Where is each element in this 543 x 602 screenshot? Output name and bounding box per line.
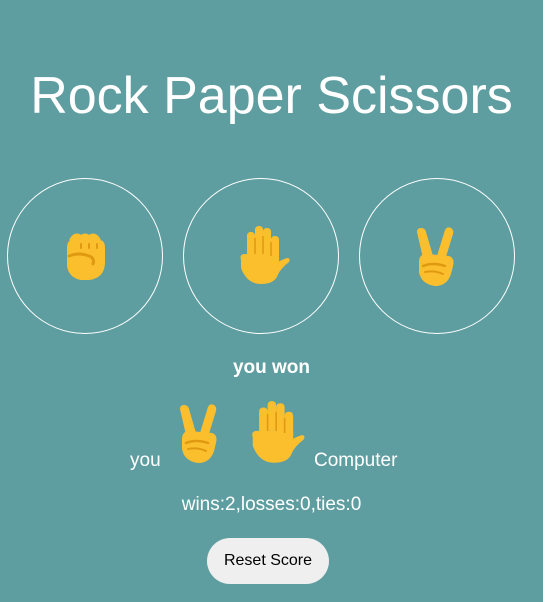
- scissors-choice-button[interactable]: [359, 178, 515, 334]
- raised-hand-icon: [240, 226, 290, 284]
- result-message: you won: [232, 357, 311, 378]
- victory-hand-icon: [180, 404, 217, 463]
- raised-fist-icon: [67, 233, 105, 280]
- reset-score-button[interactable]: Reset Score: [207, 538, 329, 584]
- victory-hand-icon: [417, 227, 454, 286]
- player-label: you: [130, 450, 161, 471]
- page-title: Rock Paper Scissors: [30, 67, 513, 125]
- computer-label: Computer: [314, 450, 398, 471]
- raised-hand-icon: [252, 401, 305, 463]
- paper-choice-button[interactable]: [183, 178, 339, 334]
- score-text: wins:2,losses:0,ties:0: [181, 494, 362, 515]
- rock-choice-button[interactable]: [7, 178, 163, 334]
- round-moves: you Computer: [0, 398, 543, 472]
